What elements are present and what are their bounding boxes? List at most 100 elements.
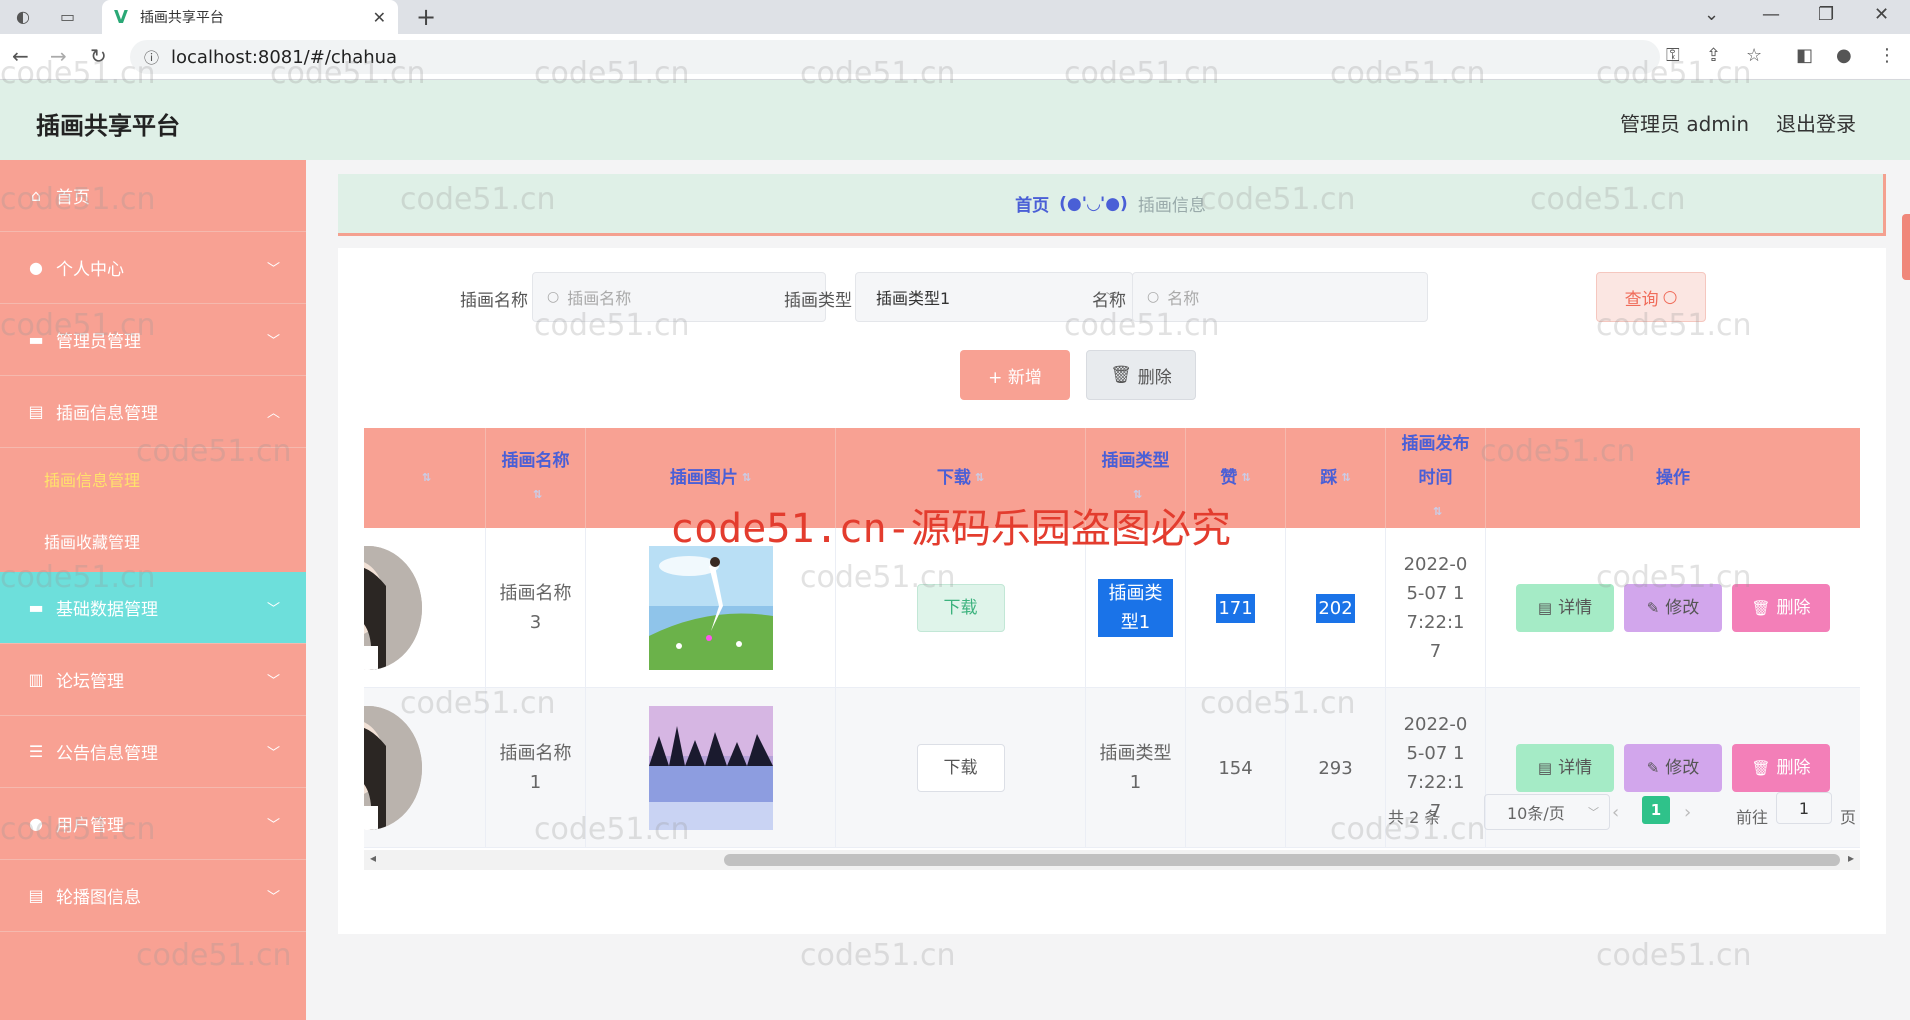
delete-button[interactable]: 🗑 删除 xyxy=(1732,744,1830,792)
sidebar-item-label: 轮播图信息 xyxy=(56,888,141,908)
edit-label: 修改 xyxy=(1665,597,1700,618)
download-button[interactable]: 下载 xyxy=(916,584,1005,632)
tab-group-icon[interactable]: ▭ xyxy=(60,7,75,26)
delete-button[interactable]: 🗑 删除 xyxy=(1732,584,1830,632)
query-button[interactable]: 查询 ○ xyxy=(1596,272,1706,322)
detail-button[interactable]: ▤ 详情 xyxy=(1516,744,1614,792)
sort-icon[interactable]: ⇅ xyxy=(742,461,751,495)
sort-icon[interactable]: ⇅ xyxy=(422,461,431,495)
column-header-name[interactable]: 插画名称 ⇅ xyxy=(486,428,586,528)
illustration-thumbnail[interactable] xyxy=(648,546,773,670)
sidebar-item-label: 基础数据管理 xyxy=(56,600,158,620)
goto-page-input[interactable]: 1 xyxy=(1776,792,1832,824)
avatar-cell xyxy=(364,688,486,848)
sort-icon[interactable]: ⇅ xyxy=(1433,495,1442,529)
minimize-icon[interactable]: — xyxy=(1762,4,1780,25)
scroll-indicator[interactable] xyxy=(1902,214,1910,280)
info-icon[interactable]: ⓘ xyxy=(144,47,159,68)
sidebar-item-users[interactable]: ● 用户管理 ﹀ xyxy=(0,788,306,860)
sidebar-item-label: 公告信息管理 xyxy=(56,744,158,764)
sort-icon[interactable]: ⇅ xyxy=(975,461,984,495)
goto-label: 前往 xyxy=(1736,808,1769,827)
next-page-icon[interactable]: › xyxy=(1684,802,1691,823)
query-label: 查询 xyxy=(1624,289,1659,310)
url-field[interactable]: ⓘ localhost:8081/#/chahua xyxy=(130,40,1660,74)
sidebar-item-illustration[interactable]: ▤ 插画信息管理 ︿ xyxy=(0,376,306,448)
column-label: 下载 xyxy=(936,468,971,488)
column-header-download[interactable]: 下载 ⇅ xyxy=(836,428,1086,528)
scrollbar-thumb[interactable] xyxy=(724,854,1840,866)
batch-delete-button[interactable]: 🗑 删除 xyxy=(1086,350,1196,400)
time-cell: 2022-05-07 17:22:17 xyxy=(1386,528,1486,688)
sidebar-item-admin[interactable]: ▬ 管理员管理 ﹀ xyxy=(0,304,306,376)
key-icon[interactable]: ⚿ xyxy=(1666,45,1680,66)
column-header-type[interactable]: 插画类型 ⇅ xyxy=(1086,428,1186,528)
column-header-dislikes[interactable]: 踩 ⇅ xyxy=(1286,428,1386,528)
share-icon[interactable]: ⇪ xyxy=(1706,45,1721,66)
new-tab-icon[interactable]: + xyxy=(416,3,436,31)
download-button[interactable]: 下载 xyxy=(916,744,1005,792)
type-value: 插画类型1 xyxy=(1098,579,1173,637)
sidebar-subitem-illustration-info[interactable]: 插画信息管理 xyxy=(0,448,306,510)
sort-icon[interactable]: ⇅ xyxy=(1341,461,1350,495)
scroll-right-icon[interactable]: ▸ xyxy=(1848,851,1854,865)
chevron-up-icon: ︿ xyxy=(266,406,280,421)
sidebar-item-forum[interactable]: ▥ 论坛管理 ﹀ xyxy=(0,644,306,716)
delete-label: 删除 xyxy=(1776,757,1811,778)
sidebar-subitem-label: 插画收藏管理 xyxy=(44,533,141,552)
edit-button[interactable]: ✎ 修改 xyxy=(1624,744,1722,792)
column-header-image[interactable]: 插画图片 ⇅ xyxy=(586,428,836,528)
box-icon: ▬ xyxy=(28,598,44,617)
tab-search-icon[interactable]: ⌄ xyxy=(1704,4,1719,25)
sort-icon[interactable]: ⇅ xyxy=(1133,478,1142,512)
image-cell xyxy=(586,688,836,848)
column-header-likes[interactable]: 赞 ⇅ xyxy=(1186,428,1286,528)
detail-button[interactable]: ▤ 详情 xyxy=(1516,584,1614,632)
edit-button[interactable]: ✎ 修改 xyxy=(1624,584,1722,632)
logout-button[interactable]: 退出登录 xyxy=(1776,108,1856,137)
prev-page-icon[interactable]: ‹ xyxy=(1612,802,1619,823)
window-close-icon[interactable]: ✕ xyxy=(1874,4,1889,25)
scroll-left-icon[interactable]: ◂ xyxy=(370,851,376,865)
title-search-input[interactable]: ○ 名称 xyxy=(1132,272,1428,322)
sidebar-item-basic-data[interactable]: ▬ 基础数据管理 ﹀ xyxy=(0,572,306,644)
total-count: 共 2 条 xyxy=(1388,808,1441,827)
sidebar-subitem-favorites[interactable]: 插画收藏管理 xyxy=(0,510,306,572)
image-cell xyxy=(586,528,836,688)
document-icon: ▤ xyxy=(1537,598,1553,617)
sort-icon[interactable]: ⇅ xyxy=(533,478,542,512)
sort-icon[interactable]: ⇅ xyxy=(1241,461,1250,495)
column-header-time[interactable]: 插画发布时间 ⇅ xyxy=(1386,428,1486,528)
sidebar-item-home[interactable]: ⌂ 首页 xyxy=(0,160,306,232)
name-search-input[interactable]: ○ 插画名称 xyxy=(532,272,826,322)
close-tab-icon[interactable]: ✕ xyxy=(373,8,386,27)
delete-label: 删除 xyxy=(1776,597,1811,618)
globe-icon[interactable]: ◐ xyxy=(16,7,30,26)
table-row: 插画名称1 下载 插画类型1 154 293 2022-05-07 17:22:… xyxy=(364,688,1860,848)
document-icon: ▤ xyxy=(1537,758,1553,777)
back-icon[interactable]: ← xyxy=(12,44,29,68)
sidebar-item-label: 论坛管理 xyxy=(56,672,124,692)
sidepanel-icon[interactable]: ◧ xyxy=(1796,45,1813,66)
select-column-header[interactable]: ⇅ xyxy=(364,428,486,528)
add-button[interactable]: + 新增 xyxy=(960,350,1070,400)
avatar-cell xyxy=(364,528,486,688)
reload-icon[interactable]: ↻ xyxy=(90,44,107,68)
menu-dots-icon[interactable]: ⋮ xyxy=(1878,45,1896,66)
horizontal-scrollbar[interactable]: ◂ ▸ xyxy=(364,850,1860,870)
page-number-current[interactable]: 1 xyxy=(1642,796,1670,824)
profile-icon[interactable]: ● xyxy=(1836,45,1852,66)
content-card: 插画名称 ○ 插画名称 插画类型 插画类型1 ﹀ 名称 ○ 名称 查询 ○ + … xyxy=(338,248,1886,934)
search-icon: ○ xyxy=(1147,289,1160,305)
page-size-select[interactable]: 10条/页 ﹀ xyxy=(1484,794,1610,830)
breadcrumb-home[interactable]: 首页 xyxy=(1015,191,1049,216)
sidebar-item-carousel[interactable]: ▤ 轮播图信息 ﹀ xyxy=(0,860,306,932)
illustration-thumbnail[interactable] xyxy=(648,706,773,830)
sidebar-item-personal[interactable]: ● 个人中心 ﹀ xyxy=(0,232,306,304)
browser-tab[interactable]: V 插画共享平台 ✕ xyxy=(102,0,398,34)
star-icon[interactable]: ☆ xyxy=(1746,45,1762,66)
sidebar-item-notice[interactable]: ☰ 公告信息管理 ﹀ xyxy=(0,716,306,788)
forward-icon[interactable]: → xyxy=(50,44,67,68)
restore-icon[interactable]: ❐ xyxy=(1818,4,1834,25)
column-label: 踩 xyxy=(1320,468,1338,488)
